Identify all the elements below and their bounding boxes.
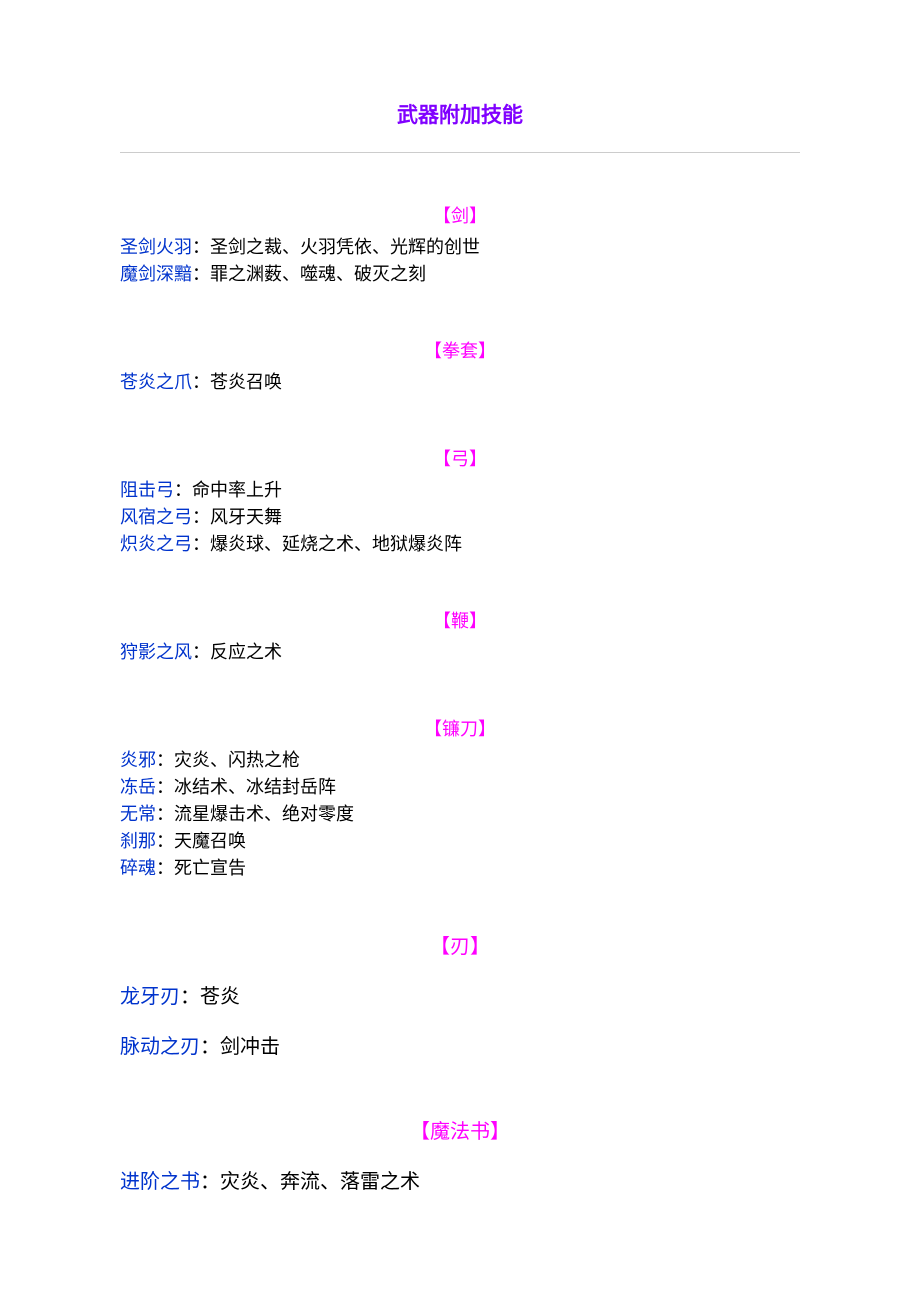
separator: ： xyxy=(180,986,200,1008)
section-header: 【刃】 xyxy=(120,932,800,962)
weapon-name: 苍炎之爪 xyxy=(120,372,192,392)
weapon-name: 炽炎之弓 xyxy=(120,534,192,554)
section-header: 【魔法书】 xyxy=(120,1117,800,1147)
skill-list: 圣剑之裁、火羽凭依、光辉的创世 xyxy=(210,237,480,257)
skill-list: 命中率上升 xyxy=(192,480,282,500)
separator: ： xyxy=(192,237,210,257)
separator: ： xyxy=(156,858,174,878)
skill-list: 灾炎、闪热之枪 xyxy=(174,750,300,770)
separator: ： xyxy=(174,480,192,500)
weapon-name: 冻岳 xyxy=(120,777,156,797)
separator: ： xyxy=(156,750,174,770)
separator: ： xyxy=(192,507,210,527)
skill-list: 冰结术、冰结封岳阵 xyxy=(174,777,336,797)
weapon-name: 进阶之书 xyxy=(120,1171,200,1193)
separator: ： xyxy=(192,534,210,554)
divider xyxy=(120,152,800,153)
separator: ： xyxy=(192,264,210,284)
page-title: 武器附加技能 xyxy=(120,100,800,132)
skill-list: 罪之渊薮、噬魂、破灭之刻 xyxy=(210,264,426,284)
skill-list: 天魔召唤 xyxy=(174,831,246,851)
weapon-name: 魔剑深黯 xyxy=(120,264,192,284)
weapon-name: 碎魂 xyxy=(120,858,156,878)
weapon-name: 阻击弓 xyxy=(120,480,174,500)
skill-list: 爆炎球、延烧之术、地狱爆炎阵 xyxy=(210,534,462,554)
weapon-entry: 进阶之书：灾炎、奔流、落雷之术 xyxy=(120,1167,800,1197)
weapon-entry: 龙牙刃：苍炎 xyxy=(120,982,800,1012)
separator: ： xyxy=(156,804,174,824)
separator: ： xyxy=(156,777,174,797)
weapon-entry: 狩影之风：反应之术 xyxy=(120,639,800,666)
weapon-name: 脉动之刃 xyxy=(120,1036,200,1058)
weapon-entry: 炎邪：灾炎、闪热之枪 xyxy=(120,747,800,774)
skill-list: 灾炎、奔流、落雷之术 xyxy=(220,1171,420,1193)
skill-list: 反应之术 xyxy=(210,642,282,662)
weapon-name: 龙牙刃 xyxy=(120,986,180,1008)
separator: ： xyxy=(200,1036,220,1058)
weapon-name: 刹那 xyxy=(120,831,156,851)
skill-list: 死亡宣告 xyxy=(174,858,246,878)
section-header: 【拳套】 xyxy=(120,338,800,365)
weapon-entry: 阻击弓：命中率上升 xyxy=(120,477,800,504)
weapon-entry: 碎魂：死亡宣告 xyxy=(120,855,800,882)
skill-list: 流星爆击术、绝对零度 xyxy=(174,804,354,824)
weapon-entry: 苍炎之爪：苍炎召唤 xyxy=(120,369,800,396)
separator: ： xyxy=(200,1171,220,1193)
section-header: 【弓】 xyxy=(120,446,800,473)
weapon-name: 无常 xyxy=(120,804,156,824)
weapon-name: 风宿之弓 xyxy=(120,507,192,527)
weapon-entry: 风宿之弓：风牙天舞 xyxy=(120,504,800,531)
weapon-entry: 无常：流星爆击术、绝对零度 xyxy=(120,801,800,828)
weapon-name: 圣剑火羽 xyxy=(120,237,192,257)
weapon-entry: 炽炎之弓：爆炎球、延烧之术、地狱爆炎阵 xyxy=(120,531,800,558)
weapon-entry: 脉动之刃：剑冲击 xyxy=(120,1032,800,1062)
section-header: 【剑】 xyxy=(120,203,800,230)
content-body: 【剑】圣剑火羽：圣剑之裁、火羽凭依、光辉的创世魔剑深黯：罪之渊薮、噬魂、破灭之刻… xyxy=(120,203,800,1197)
skill-list: 苍炎召唤 xyxy=(210,372,282,392)
weapon-name: 炎邪 xyxy=(120,750,156,770)
separator: ： xyxy=(156,831,174,851)
skill-list: 风牙天舞 xyxy=(210,507,282,527)
separator: ： xyxy=(192,372,210,392)
skill-list: 苍炎 xyxy=(200,986,240,1008)
weapon-entry: 圣剑火羽：圣剑之裁、火羽凭依、光辉的创世 xyxy=(120,234,800,261)
separator: ： xyxy=(192,642,210,662)
skill-list: 剑冲击 xyxy=(220,1036,280,1058)
section-header: 【鞭】 xyxy=(120,608,800,635)
weapon-name: 狩影之风 xyxy=(120,642,192,662)
section-header: 【镰刀】 xyxy=(120,716,800,743)
weapon-entry: 刹那：天魔召唤 xyxy=(120,828,800,855)
weapon-entry: 冻岳：冰结术、冰结封岳阵 xyxy=(120,774,800,801)
weapon-entry: 魔剑深黯：罪之渊薮、噬魂、破灭之刻 xyxy=(120,261,800,288)
